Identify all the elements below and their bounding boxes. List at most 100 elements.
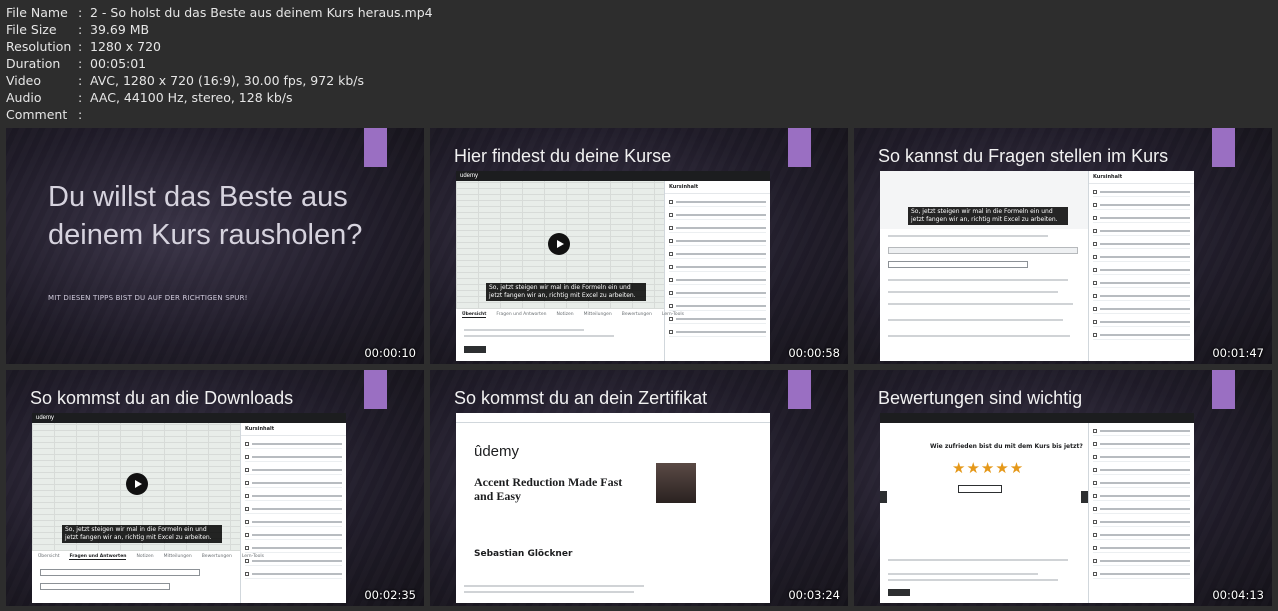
lecture-label: [1100, 242, 1190, 245]
video-player: So, jetzt steigen wir mal in die Formeln…: [456, 181, 664, 309]
checkbox-icon: [1093, 189, 1097, 194]
accent-bar: [1212, 128, 1235, 167]
sidebar-heading: Kursinhalt: [665, 181, 770, 194]
checkbox-icon: [669, 251, 673, 256]
lecture-label: [1100, 455, 1190, 458]
lecture-item: [1093, 439, 1190, 449]
video-caption: So, jetzt steigen wir mal in die Formeln…: [486, 283, 646, 301]
lecture-item: [669, 249, 766, 259]
instructor-photo: [656, 463, 696, 503]
lecture-item: [1093, 252, 1190, 262]
checkbox-icon: [1093, 267, 1097, 272]
checkbox-icon: [669, 238, 673, 243]
lecture-item: [669, 275, 766, 285]
udemy-logo: udemy: [460, 173, 479, 179]
lecture-label: [1100, 333, 1190, 336]
intro-subtitle: MIT DIESEN TIPPS BIST DU AUF DER RICHTIG…: [48, 294, 248, 302]
lecture-label: [676, 330, 766, 333]
course-content-sidebar: Kursinhalt: [240, 423, 346, 603]
tab-notes: Notizen: [556, 312, 574, 317]
course-tabs: Übersicht Fragen und Antworten Notizen M…: [38, 554, 264, 560]
timestamp: 00:04:13: [1212, 588, 1264, 602]
checkbox-icon: [1093, 532, 1097, 537]
lecture-label: [252, 442, 342, 445]
tab-learning-tools: Lern-Tools: [241, 554, 264, 559]
lecture-label: [1100, 268, 1190, 271]
lecture-item: [1093, 187, 1190, 197]
lecture-item: [1093, 504, 1190, 514]
checkbox-icon: [245, 506, 249, 511]
thumbnail-3[interactable]: So kannst du Fragen stellen im Kurs So, …: [854, 128, 1272, 364]
checkbox-icon: [245, 441, 249, 446]
lecture-label: [676, 239, 766, 242]
lecture-label: [1100, 229, 1190, 232]
checkbox-icon: [1093, 519, 1097, 524]
lecture-item: [1093, 213, 1190, 223]
timestamp: 00:03:24: [788, 588, 840, 602]
thumbnail-2[interactable]: Hier findest du deine Kurse udemy So, je…: [430, 128, 848, 364]
thumbnail-6[interactable]: Bewertungen sind wichtig Wie zufrieden b…: [854, 370, 1272, 606]
lecture-label: [676, 291, 766, 294]
comment-row: Comment:: [6, 107, 83, 122]
tab-learning-tools: Lern-Tools: [661, 312, 685, 317]
timestamp: 00:00:10: [364, 346, 416, 360]
lecture-label: [1100, 294, 1190, 297]
checkbox-icon: [1093, 280, 1097, 285]
lecture-item: [669, 236, 766, 246]
audio-row: Audio: AAC, 44100 Hz, stereo, 128 kb/s: [6, 90, 293, 105]
lecture-label: [676, 278, 766, 281]
video-caption: So, jetzt steigen wir mal in die Formeln…: [62, 525, 222, 543]
lecture-item: [1093, 278, 1190, 288]
checkbox-icon: [1093, 441, 1097, 446]
checkbox-icon: [1093, 545, 1097, 550]
lecture-item: [669, 223, 766, 233]
lecture-label: [1100, 559, 1190, 562]
checkbox-icon: [1093, 428, 1097, 433]
lecture-label: [252, 520, 342, 523]
lecture-item: [1093, 426, 1190, 436]
lecture-item: [245, 478, 342, 488]
lecture-label: [1100, 429, 1190, 432]
lecture-item: [245, 530, 342, 540]
accent-bar: [364, 370, 387, 409]
rating-dialog: Wie zufrieden bist du mit dem Kurs bis j…: [880, 423, 1088, 551]
certificate-logo: ûdemy: [474, 443, 520, 460]
lecture-label: [1100, 507, 1190, 510]
lecture-label: [1100, 468, 1190, 471]
slide-title: Bewertungen sind wichtig: [878, 388, 1083, 408]
checkbox-icon: [669, 329, 673, 334]
lecture-item: [1093, 491, 1190, 501]
play-icon: [548, 233, 570, 255]
checkbox-icon: [1093, 306, 1097, 311]
text-line: [888, 319, 1063, 321]
text-line: [464, 591, 634, 593]
checkbox-icon: [669, 199, 673, 204]
lecture-item: [1093, 304, 1190, 314]
certificate-course-title: Accent Reduction Made Fast and Easy: [474, 475, 623, 503]
lecture-item: [245, 452, 342, 462]
lecture-label: [676, 200, 766, 203]
lecture-item: [1093, 226, 1190, 236]
text-line: [888, 303, 1073, 305]
lecture-item: [669, 210, 766, 220]
lecture-item: [245, 439, 342, 449]
lecture-label: [676, 252, 766, 255]
file-size-row: File Size:39.69 MB: [6, 22, 150, 37]
thumbnail-1[interactable]: Du willst das Beste aus deinem Kurs raus…: [6, 128, 424, 364]
checkbox-icon: [1093, 454, 1097, 459]
play-icon: [126, 473, 148, 495]
text-line: [464, 335, 614, 337]
lecture-item: [1093, 517, 1190, 527]
lecture-item: [245, 569, 342, 579]
course-content-sidebar: Kursinhalt: [664, 181, 770, 361]
checkbox-icon: [1093, 571, 1097, 576]
text-line: [888, 279, 1068, 281]
thumbnail-5[interactable]: So kommst du an dein Zertifikat ûdemy Ac…: [430, 370, 848, 606]
tab-overview: Übersicht: [38, 554, 60, 559]
lecture-label: [1100, 203, 1190, 206]
duration-row: Duration:00:05:01: [6, 56, 147, 71]
checkbox-icon: [245, 480, 249, 485]
lecture-label: [252, 572, 342, 575]
thumbnail-4[interactable]: So kommst du an die Downloads udemy So, …: [6, 370, 424, 606]
dark-button: [464, 346, 486, 353]
